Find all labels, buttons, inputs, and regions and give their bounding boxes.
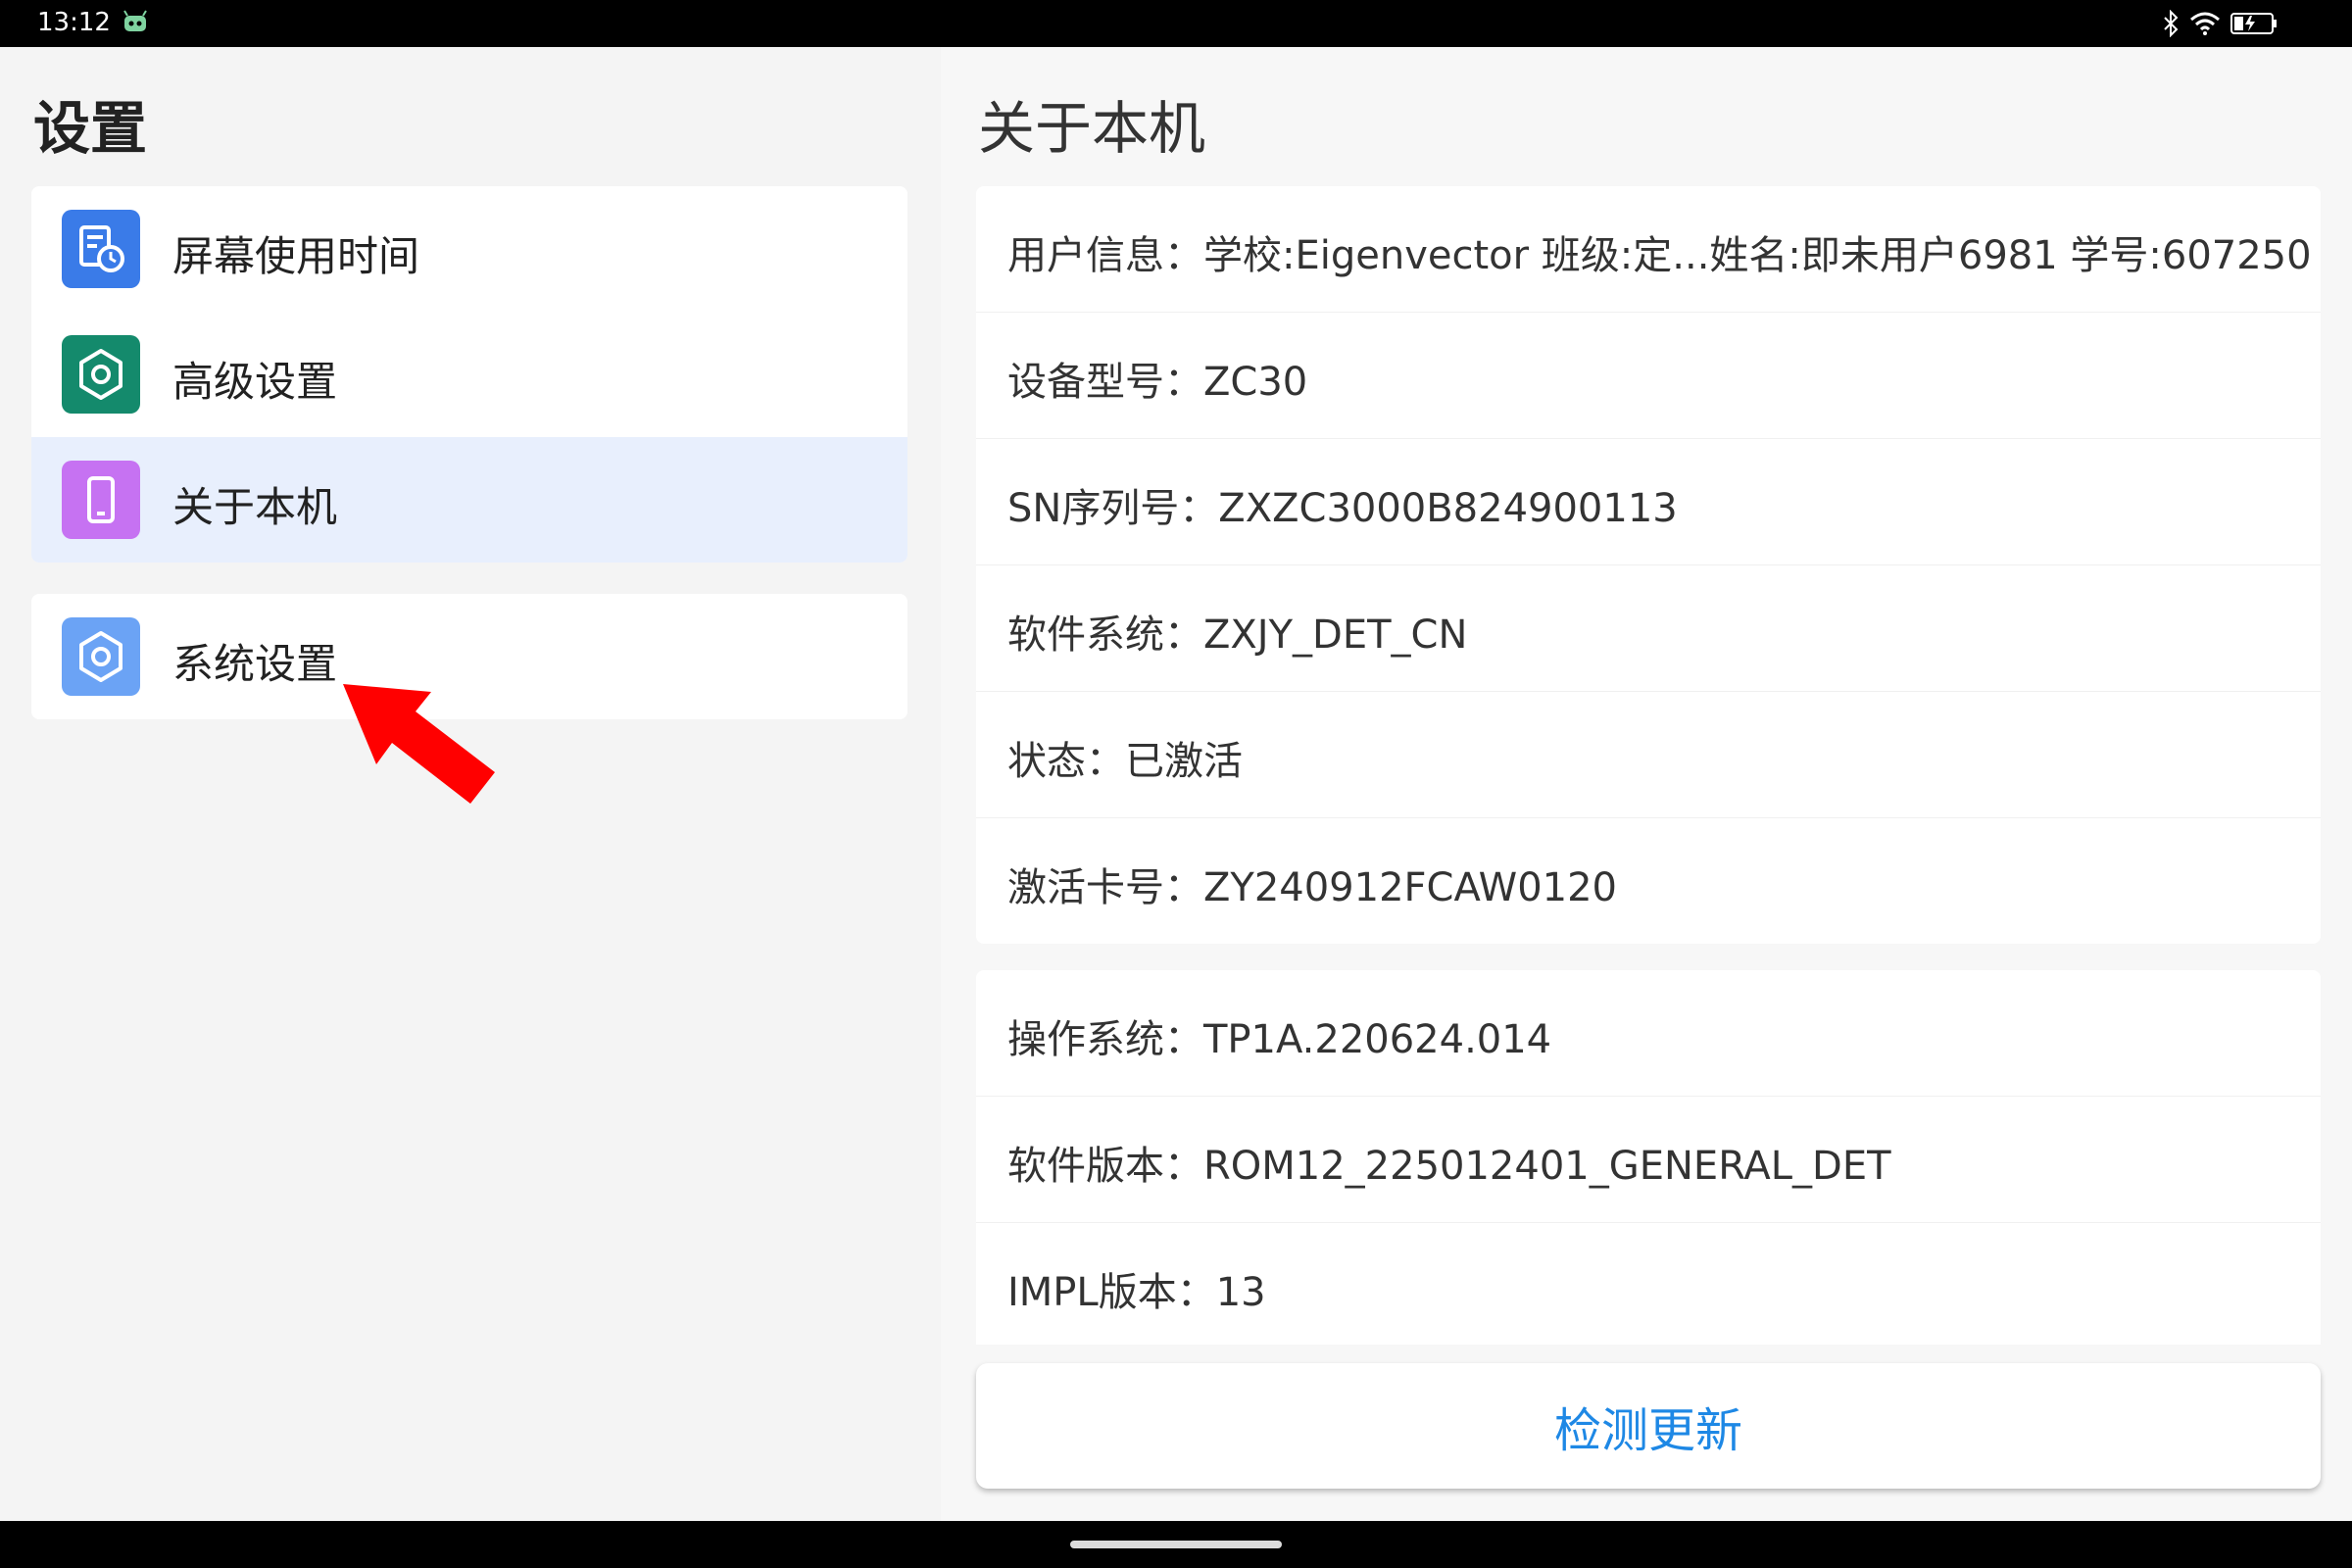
about-device-panel: 关于本机 用户信息：学校:Eigenvector 班级:定...姓名:即未用户6… (941, 47, 2352, 1521)
red-arrow-pointer-icon (343, 684, 495, 804)
wifi-icon (2190, 12, 2220, 35)
android-notification-icon (123, 10, 147, 31)
info-row-os[interactable]: 操作系统：TP1A.220624.014 (976, 970, 2321, 1097)
menu-item-label: 屏幕使用时间 (172, 232, 420, 280)
system-settings-gear-icon (62, 617, 140, 696)
page-title: 设置 (33, 95, 148, 162)
status-time: 13:12 (37, 8, 111, 37)
menu-item-screen-time[interactable]: 屏幕使用时间 (31, 186, 907, 312)
panel-title: 关于本机 (978, 95, 1206, 162)
info-row-software-version[interactable]: 软件版本：ROM12_225012401_GENERAL_DET (976, 1097, 2321, 1223)
settings-menu-group: 屏幕使用时间 高级设置 关于本机 (31, 186, 907, 563)
menu-item-label: 关于本机 (172, 483, 338, 531)
phone-device-icon (62, 461, 140, 539)
info-row-impl-version[interactable]: IMPL版本：13 (976, 1223, 2321, 1345)
menu-item-about-device[interactable]: 关于本机 (31, 437, 907, 563)
info-text: 软件版本：ROM12_225012401_GENERAL_DET (1007, 1144, 1891, 1189)
version-info-group: 操作系统：TP1A.220624.014 软件版本：ROM12_22501240… (976, 970, 2321, 1345)
bluetooth-icon (2164, 10, 2179, 37)
navigation-bar (0, 1521, 2352, 1568)
info-text: SN序列号：ZXZC3000B824900113 (1007, 486, 1678, 531)
home-gesture-handle[interactable] (1070, 1541, 1282, 1548)
screen-time-icon (62, 210, 140, 288)
battery-icon (2230, 13, 2277, 34)
info-text: 软件系统：ZXJY_DET_CN (1007, 612, 1468, 658)
info-text: IMPL版本：13 (1007, 1270, 1266, 1315)
info-text: 用户信息：学校:Eigenvector 班级:定...姓名:即未用户6981 学… (1007, 233, 2312, 278)
info-text: 操作系统：TP1A.220624.014 (1007, 1017, 1552, 1062)
check-update-button[interactable]: 检测更新 (976, 1363, 2321, 1489)
info-row-activation-card[interactable]: 激活卡号：ZY240912FCAW0120 (976, 818, 2321, 944)
info-row-status[interactable]: 状态：已激活 (976, 692, 2321, 818)
menu-item-label: 高级设置 (172, 358, 338, 406)
device-info-group: 用户信息：学校:Eigenvector 班级:定...姓名:即未用户6981 学… (976, 186, 2321, 944)
info-row-user[interactable]: 用户信息：学校:Eigenvector 班级:定...姓名:即未用户6981 学… (976, 186, 2321, 313)
info-row-model[interactable]: 设备型号：ZC30 (976, 313, 2321, 439)
menu-item-label: 系统设置 (172, 640, 338, 688)
info-text: 状态：已激活 (1007, 739, 1243, 784)
info-row-software-system[interactable]: 软件系统：ZXJY_DET_CN (976, 565, 2321, 692)
advanced-settings-gear-icon (62, 335, 140, 414)
menu-item-advanced-settings[interactable]: 高级设置 (31, 312, 907, 437)
settings-sidebar: 设置 屏幕使用时间 高级设置 关于本机 系统设置 (0, 47, 941, 1521)
status-bar: 13:12 (0, 0, 2352, 47)
info-row-serial[interactable]: SN序列号：ZXZC3000B824900113 (976, 439, 2321, 565)
info-text: 激活卡号：ZY240912FCAW0120 (1007, 865, 1617, 910)
info-text: 设备型号：ZC30 (1007, 360, 1308, 405)
